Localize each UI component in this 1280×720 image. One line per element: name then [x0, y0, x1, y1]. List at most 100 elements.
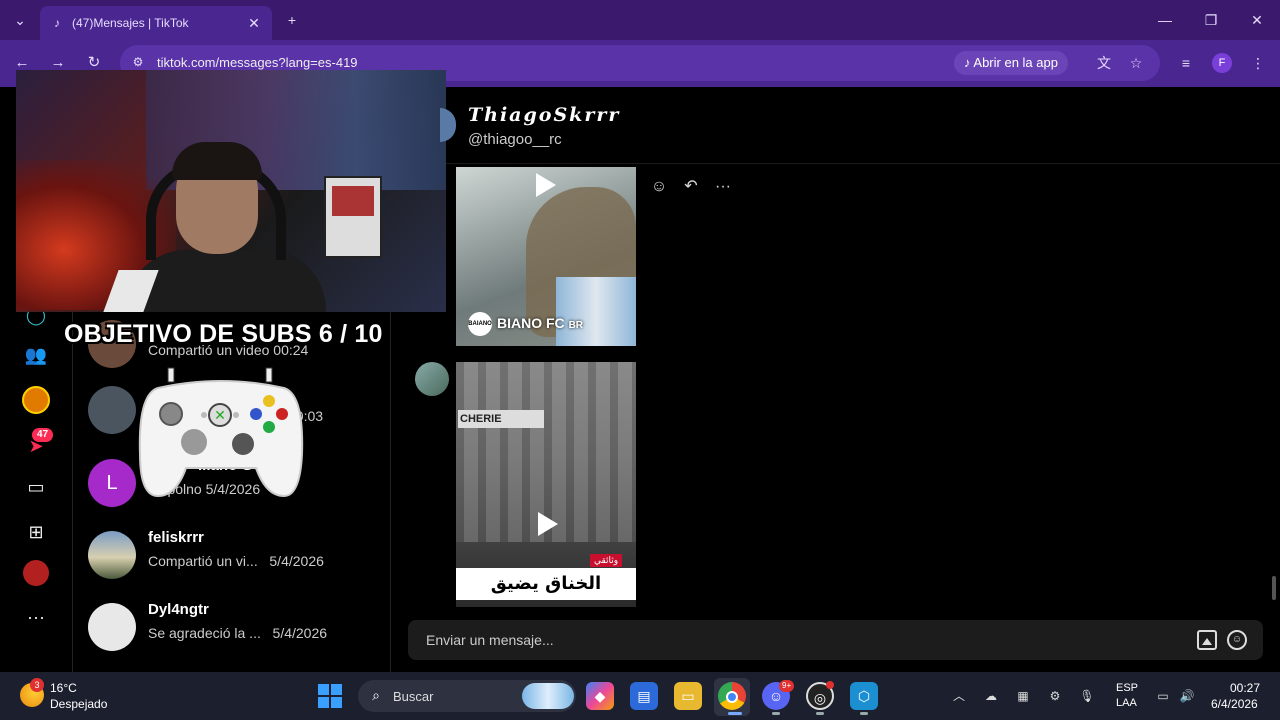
site-info-icon[interactable]: ⚙	[128, 52, 148, 72]
tab-title: (47)Mensajes | TikTok	[72, 16, 189, 30]
tab-search-chevron-icon[interactable]: ⌄	[8, 8, 32, 32]
media-controls-icon[interactable]: ≡	[1175, 52, 1197, 74]
message-input-placeholder[interactable]: Enviar un mensaje...	[426, 632, 554, 648]
rocket-league-icon[interactable]: ⬡	[850, 682, 878, 710]
subs-goal-overlay: OBJETIVO DE SUBS 6 / 10	[64, 320, 383, 348]
tray-steam-icon[interactable]: ⚙	[1045, 686, 1065, 706]
video-brand-name: BIANO FC	[497, 315, 565, 331]
open-in-app-button[interactable]: ♪ Abrir en la app	[954, 51, 1068, 75]
search-icon: ⌕	[372, 687, 380, 703]
conversation-preview-text: Compartió un vi...	[148, 553, 258, 569]
tab-close-icon[interactable]: ✕	[246, 15, 262, 32]
image-upload-icon[interactable]	[1197, 630, 1217, 650]
webcam-overlay	[16, 70, 446, 312]
list-divider	[390, 300, 391, 672]
gamepad-overlay-icon: ✕	[138, 367, 304, 498]
keyboard-language[interactable]: ESP	[1116, 682, 1138, 694]
more-menu-icon[interactable]: ⋮	[1247, 52, 1269, 74]
streamer-hair	[172, 142, 262, 180]
avatar	[88, 386, 136, 434]
video-tag: وثائقي	[590, 554, 623, 567]
sender-avatar[interactable]	[415, 362, 449, 396]
rail-avatar-icon[interactable]	[22, 386, 50, 414]
clock-time[interactable]: 00:27	[1230, 681, 1260, 695]
upload-icon[interactable]: ⊞	[22, 518, 50, 546]
network-icon[interactable]: ▭	[1153, 686, 1173, 706]
search-label[interactable]: Buscar	[393, 689, 433, 704]
search-highlight-image	[522, 683, 574, 709]
weather-temperature[interactable]: 16°C	[50, 681, 77, 695]
message-actions: ☺ ↶ ···	[648, 176, 734, 198]
conversation-name: feliskrrr	[148, 529, 204, 546]
copilot-icon[interactable]: ◆	[586, 682, 614, 710]
video-message[interactable]: CHERIE وثائقي الخناق يضيق	[456, 362, 636, 607]
discord-indicator	[772, 712, 780, 715]
chat-handle[interactable]: @thiagoo__rc	[468, 131, 562, 148]
video-brand: BIANO FC BR	[497, 315, 583, 331]
conversation-item[interactable]: feliskrrr Compartió un vi... 5/4/2026	[88, 525, 388, 585]
recording-dot	[826, 681, 834, 689]
profile-avatar[interactable]: F	[1212, 53, 1232, 73]
following-users-icon[interactable]: 👥	[22, 341, 50, 369]
conversation-preview-text: Se agradeció la ...	[148, 625, 261, 641]
bookmark-star-icon[interactable]: ☆	[1125, 52, 1147, 74]
tray-epic-icon[interactable]: ▦	[1013, 686, 1033, 706]
conversation-preview: Compartió un vi... 5/4/2026	[148, 553, 324, 569]
notifications-badge: 47	[32, 428, 54, 442]
emoji-icon[interactable]: ☺	[1227, 630, 1247, 650]
tiktok-icon: ♪	[964, 55, 974, 70]
url-text[interactable]: tiktok.com/messages?lang=es-419	[157, 55, 358, 70]
tiktok-favicon-icon: ♪	[54, 16, 60, 30]
windows-start-icon[interactable]	[318, 684, 342, 708]
more-options-icon[interactable]: ···	[712, 176, 734, 198]
video-shirt	[556, 277, 636, 346]
wall-poster	[324, 176, 382, 258]
video-message[interactable]: BAIANO BIANO FC BR	[456, 167, 636, 346]
minimize-button[interactable]: —	[1142, 6, 1188, 34]
obs-indicator	[816, 712, 824, 715]
chat-avatar[interactable]	[440, 108, 456, 142]
rocket-league-indicator	[860, 712, 868, 715]
tray-microphone-icon[interactable]: 🎙	[1077, 686, 1097, 706]
translate-icon[interactable]: 文	[1093, 52, 1115, 74]
clock-date[interactable]: 6/4/2026	[1211, 697, 1258, 711]
profile-icon[interactable]	[22, 560, 50, 588]
browser-tab[interactable]: ♪ (47)Mensajes | TikTok ✕	[40, 6, 272, 40]
conversation-item[interactable]: Dyl4ngtr Se agradeció la ... 5/4/2026	[88, 597, 388, 657]
discord-badge: 9+	[779, 680, 795, 692]
react-emoji-icon[interactable]: ☺	[648, 176, 670, 198]
conversation-preview: Se agradeció la ... 5/4/2026	[148, 625, 327, 641]
avatar: L	[88, 459, 136, 507]
reply-icon[interactable]: ↶	[680, 176, 702, 198]
video-brand-suffix: BR	[568, 320, 584, 331]
volume-icon[interactable]: 🔊	[1177, 686, 1197, 706]
video-sign: CHERIE	[458, 410, 544, 428]
open-app-label: Abrir en la app	[973, 55, 1058, 70]
avatar	[88, 603, 136, 651]
keyboard-layout[interactable]: LAA	[1116, 697, 1137, 709]
tray-cloud-icon[interactable]: ☁	[981, 686, 1001, 706]
chrome-active-indicator	[728, 712, 742, 715]
chrome-icon[interactable]	[718, 682, 746, 710]
new-tab-plus-icon[interactable]: +	[280, 8, 304, 32]
messages-icon[interactable]: ▭	[22, 473, 50, 501]
tray-chevron-up-icon[interactable]: ︿	[949, 686, 969, 706]
scrollbar-thumb[interactable]	[1272, 576, 1276, 600]
play-icon[interactable]	[536, 173, 556, 197]
weather-description[interactable]: Despejado	[50, 697, 107, 711]
avatar	[88, 531, 136, 579]
chat-display-name[interactable]: 𝑻𝒉𝒊𝒂𝒈𝒐𝑺𝒌𝒓𝒓𝒓	[468, 104, 620, 126]
conversation-name: Dyl4ngtr	[148, 601, 209, 618]
conversation-time: 5/4/2026	[269, 553, 324, 569]
close-window-button[interactable]: ✕	[1234, 6, 1280, 34]
more-icon[interactable]: ···	[22, 603, 50, 631]
notepad-icon[interactable]: ▤	[630, 682, 658, 710]
svg-text:✕: ✕	[214, 408, 226, 424]
brand-logo-icon: BAIANO	[468, 312, 492, 336]
conversation-time: 5/4/2026	[272, 625, 328, 641]
play-icon[interactable]	[538, 512, 558, 536]
chat-header-divider	[446, 163, 1280, 164]
file-explorer-icon[interactable]: ▭	[674, 682, 702, 710]
restore-button[interactable]: ❐	[1188, 6, 1234, 34]
weather-badge: 3	[30, 678, 44, 692]
